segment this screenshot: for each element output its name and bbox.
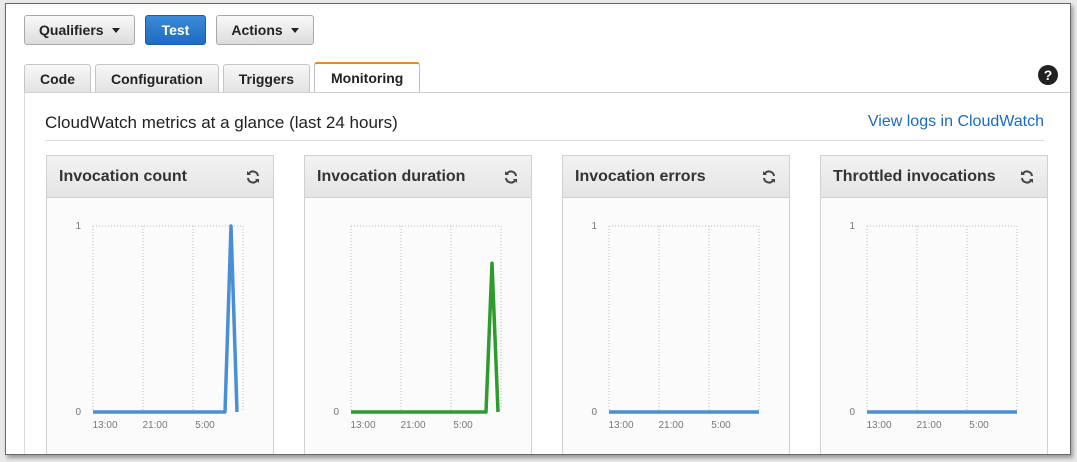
chart-grid: [92, 225, 244, 412]
x-tick-label: 5:00: [453, 420, 473, 431]
x-tick-label: 13:00: [92, 420, 117, 431]
card-header: Invocation errors: [563, 156, 789, 198]
panel-header: CloudWatch metrics at a glance (last 24 …: [45, 113, 1044, 141]
metric-chart: 1 0 13:00 21:00 5:00: [849, 221, 1018, 431]
tab-label: Code: [40, 70, 75, 87]
metric-card-invocation-errors: Invocation errors 1 0 13:00 21:00 5:00: [562, 155, 790, 454]
tab-bar: Code Configuration Triggers Monitoring ?: [24, 62, 1070, 92]
card-title: Invocation count: [59, 167, 187, 185]
toolbar: Qualifiers Test Actions: [24, 15, 314, 45]
x-tick-label: 5:00: [711, 420, 731, 431]
panel-title: CloudWatch metrics at a glance (last 24 …: [45, 113, 398, 132]
refresh-icon[interactable]: [245, 169, 261, 185]
refresh-icon[interactable]: [503, 169, 519, 185]
tab-code[interactable]: Code: [24, 64, 91, 92]
x-tick-label: 21:00: [916, 420, 941, 431]
tab-label: Monitoring: [331, 70, 404, 86]
metric-card-throttled-invocations: Throttled invocations 1 0 13:00 21:00 5:00: [820, 155, 1048, 454]
y-tick-label: 1: [849, 221, 855, 232]
caret-down-icon: [290, 27, 299, 33]
card-title: Invocation duration: [317, 167, 466, 185]
card-header: Throttled invocations: [821, 156, 1047, 198]
metric-chart: 1 0 13:00 21:00 5:00: [75, 221, 244, 431]
lambda-function-window: Qualifiers Test Actions Code Configurati…: [5, 3, 1071, 455]
tab-configuration[interactable]: Configuration: [95, 64, 219, 92]
x-tick-label: 13:00: [608, 420, 633, 431]
x-tick-label: 13:00: [350, 420, 375, 431]
tab-label: Triggers: [238, 70, 295, 87]
caret-down-icon: [111, 27, 120, 33]
y-tick-label: 0: [591, 407, 597, 418]
refresh-icon[interactable]: [1019, 169, 1035, 185]
metric-chart: 0 13:00 21:00 5:00: [333, 225, 502, 431]
qualifiers-label: Qualifiers: [39, 22, 104, 38]
chart-grid: [866, 225, 1018, 412]
x-tick-label: 21:00: [658, 420, 683, 431]
actions-label: Actions: [231, 22, 283, 38]
view-logs-link[interactable]: View logs in CloudWatch: [868, 113, 1044, 131]
qualifiers-dropdown[interactable]: Qualifiers: [24, 15, 135, 45]
test-label: Test: [161, 22, 190, 38]
chart-grid: [608, 225, 760, 412]
card-header: Invocation count: [47, 156, 273, 198]
tab-label: Configuration: [111, 70, 203, 87]
y-tick-label: 1: [591, 221, 597, 232]
test-button[interactable]: Test: [144, 15, 207, 45]
x-tick-label: 21:00: [142, 420, 167, 431]
y-tick-label: 1: [75, 221, 81, 232]
question-circle-icon[interactable]: ?: [1038, 65, 1058, 85]
metric-chart: 1 0 13:00 21:00 5:00: [591, 221, 760, 431]
x-tick-label: 5:00: [195, 420, 215, 431]
y-tick-label: 0: [75, 407, 81, 418]
series-line: [93, 224, 239, 414]
actions-dropdown[interactable]: Actions: [216, 15, 314, 45]
refresh-icon[interactable]: [761, 169, 777, 185]
tab-triggers[interactable]: Triggers: [222, 64, 311, 92]
card-title: Throttled invocations: [833, 167, 996, 185]
x-tick-label: 21:00: [400, 420, 425, 431]
x-tick-label: 13:00: [866, 420, 891, 431]
card-title: Invocation errors: [575, 167, 706, 185]
metric-card-invocation-duration: Invocation duration 0 13:00 21:00 5:00: [304, 155, 532, 454]
card-header: Invocation duration: [305, 156, 531, 198]
y-tick-label: 0: [849, 407, 855, 418]
tab-monitoring[interactable]: Monitoring: [314, 62, 421, 92]
metric-card-invocation-count: Invocation count 1 0 13:00 21:00 5:00: [46, 155, 274, 454]
series-line: [351, 261, 500, 414]
x-tick-label: 5:00: [969, 420, 989, 431]
y-tick-label: 0: [333, 407, 339, 418]
chart-grid: [350, 225, 502, 412]
monitoring-panel: CloudWatch metrics at a glance (last 24 …: [24, 92, 1070, 454]
